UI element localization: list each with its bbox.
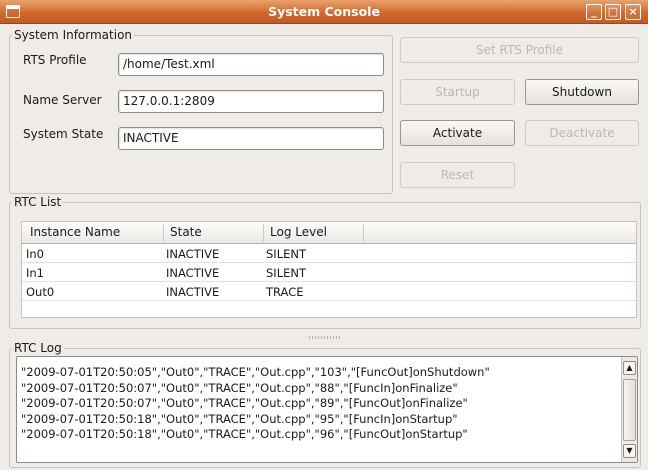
set-rts-profile-button[interactable]: Set RTS Profile	[400, 37, 639, 63]
minimize-icon[interactable]: _	[586, 4, 602, 20]
activate-button[interactable]: Activate	[400, 120, 515, 146]
log-line: "2009-07-01T20:50:18","Out0","TRACE","Ou…	[21, 427, 468, 441]
arrow-up-icon[interactable]: ▲	[623, 361, 636, 375]
scrollbar-thumb[interactable]	[623, 379, 636, 441]
column-header-state[interactable]: State	[170, 225, 202, 239]
name-server-field[interactable]: 127.0.0.1:2809	[118, 90, 384, 113]
row-log-level: TRACE	[266, 285, 304, 299]
table-row[interactable]: In0 INACTIVE SILENT	[22, 245, 636, 263]
window-title: System Console	[268, 4, 380, 19]
log-line: "2009-07-01T20:50:18","Out0","TRACE","Ou…	[21, 411, 458, 426]
row-state: INACTIVE	[166, 285, 220, 299]
rtc-list-legend: RTC List	[14, 195, 62, 209]
log-line: "2009-07-01T20:50:07","Out0","TRACE","Ou…	[21, 396, 468, 410]
maximize-icon[interactable]: □	[605, 4, 621, 20]
title-bar[interactable]: System Console _ □ ×	[0, 0, 648, 24]
rts-profile-label: RTS Profile	[23, 53, 87, 67]
system-state-field[interactable]: INACTIVE	[118, 127, 384, 150]
system-information-legend: System Information	[14, 28, 133, 42]
row-instance-name: In0	[26, 247, 44, 261]
log-vertical-scrollbar[interactable]: ▲ ▼	[621, 357, 637, 462]
column-header-instance-name[interactable]: Instance Name	[30, 225, 120, 239]
row-state: INACTIVE	[166, 266, 220, 280]
system-state-label: System State	[23, 127, 104, 141]
row-state: INACTIVE	[166, 247, 220, 261]
shutdown-button[interactable]: Shutdown	[525, 79, 639, 105]
reset-button[interactable]: Reset	[400, 162, 515, 188]
row-log-level: SILENT	[266, 266, 306, 280]
table-row[interactable]: Out0 INACTIVE TRACE	[22, 283, 636, 301]
rtc-table-header: Instance Name State Log Level	[22, 222, 636, 244]
rtc-log-legend: RTC Log	[14, 341, 62, 355]
row-instance-name: In1	[26, 266, 44, 280]
arrow-down-icon[interactable]: ▼	[623, 444, 636, 458]
pane-splitter-handle[interactable]	[309, 336, 341, 339]
row-instance-name: Out0	[26, 285, 55, 299]
rtc-log-text-area[interactable]: "2009-07-01T20:50:05","Out0","TRACE","Ou…	[16, 356, 638, 463]
name-server-label: Name Server	[23, 93, 102, 107]
row-log-level: SILENT	[266, 247, 306, 261]
deactivate-button[interactable]: Deactivate	[525, 120, 639, 146]
table-row[interactable]: In1 INACTIVE SILENT	[22, 264, 636, 282]
log-line: "2009-07-01T20:50:07","Out0","TRACE","Ou…	[21, 380, 458, 395]
rts-profile-field[interactable]: /home/Test.xml	[118, 53, 384, 76]
log-lines: "2009-07-01T20:50:05","Out0","TRACE","Ou…	[21, 365, 617, 443]
log-line: "2009-07-01T20:50:05","Out0","TRACE","Ou…	[21, 365, 490, 379]
startup-button[interactable]: Startup	[400, 79, 515, 105]
rtc-table[interactable]: Instance Name State Log Level In0 INACTI…	[21, 221, 637, 318]
close-icon[interactable]: ×	[625, 4, 641, 20]
column-header-log-level[interactable]: Log Level	[270, 225, 327, 239]
